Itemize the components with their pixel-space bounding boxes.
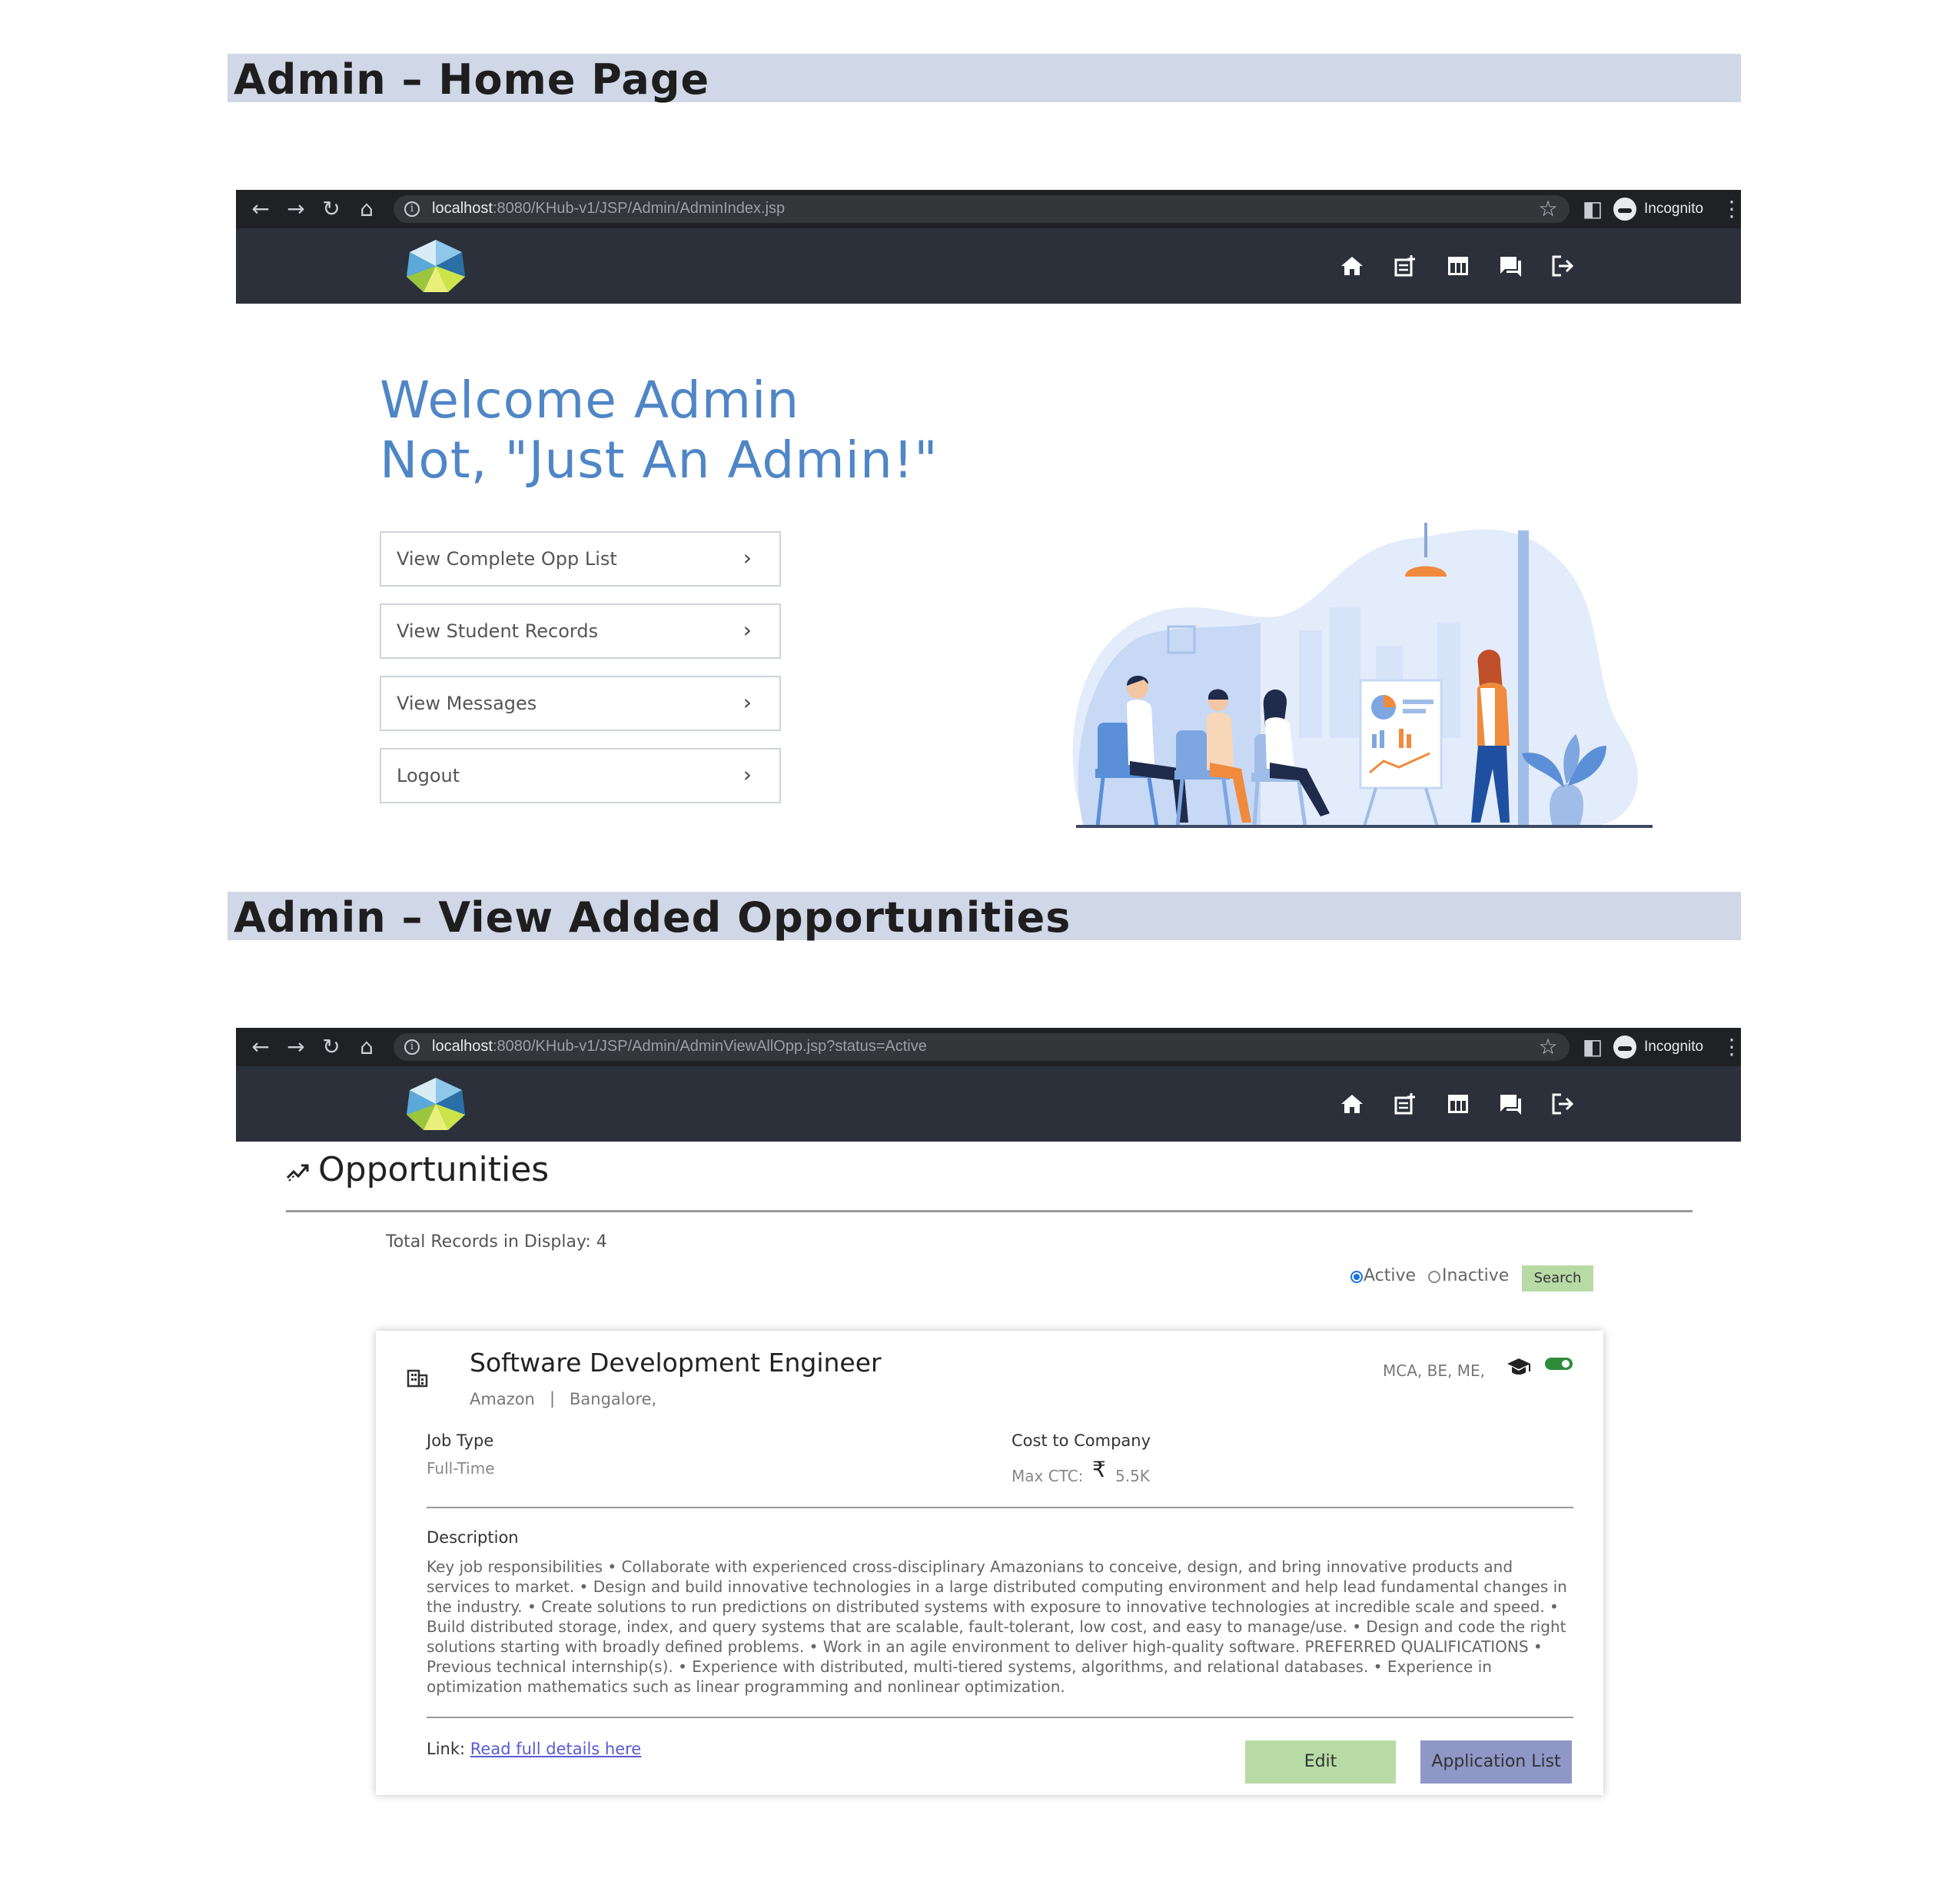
app-navbar (236, 228, 1741, 304)
welcome-heading-line2: Not, "Just An Admin!" (380, 431, 938, 490)
company-separator: | (550, 1389, 556, 1408)
app-navbar (236, 1066, 1741, 1142)
menu-item-label: View Student Records (397, 620, 599, 642)
star-icon[interactable]: ☆ (1535, 196, 1561, 222)
forward-icon[interactable]: → (283, 1034, 309, 1060)
radio-active[interactable] (1350, 1270, 1364, 1284)
search-button[interactable]: Search (1522, 1265, 1593, 1292)
side-panel-icon[interactable]: ◧ (1580, 1034, 1606, 1060)
rupee-icon: ₹ (1092, 1457, 1106, 1482)
page-title: Opportunities (318, 1150, 550, 1189)
chevron-right-icon: › (742, 545, 752, 570)
app-logo[interactable] (405, 1076, 467, 1132)
logout-icon[interactable] (1550, 254, 1575, 278)
radio-active-label[interactable]: Active (1364, 1266, 1416, 1285)
menu-item-label: View Messages (397, 693, 537, 714)
incognito-icon (1613, 1036, 1636, 1059)
messages-icon[interactable] (1498, 1092, 1523, 1116)
add-post-icon[interactable] (1393, 254, 1417, 278)
radio-inactive[interactable] (1427, 1270, 1441, 1284)
card-divider (427, 1717, 1573, 1718)
browser-home-icon[interactable]: ⌂ (354, 1034, 380, 1060)
back-icon[interactable]: ← (247, 1034, 274, 1060)
job-location: Bangalore, (570, 1390, 657, 1408)
qualifications: MCA, BE, ME, (1383, 1361, 1485, 1380)
description-text: Key job responsibilities • Collaborate w… (427, 1558, 1567, 1696)
home-icon[interactable] (1340, 1092, 1364, 1116)
kebab-menu-icon[interactable]: ⋮ (1721, 1034, 1742, 1060)
application-list-button[interactable]: Application List (1420, 1740, 1572, 1784)
chevron-right-icon: › (742, 690, 752, 715)
ctc-value: 5.5K (1115, 1467, 1150, 1485)
star-icon[interactable]: ☆ (1535, 1034, 1561, 1060)
reload-icon[interactable]: ↻ (318, 1034, 344, 1060)
meeting-illustration (1072, 523, 1653, 828)
table-icon[interactable] (1446, 254, 1470, 278)
welcome-heading-line1: Welcome Admin (380, 371, 800, 430)
menu-logout-button[interactable]: Logout › (380, 748, 781, 803)
ctc-label: Cost to Company (1012, 1431, 1151, 1450)
building-icon (407, 1369, 428, 1388)
incognito-indicator[interactable]: Incognito (1613, 196, 1713, 222)
title-divider (286, 1210, 1693, 1212)
section-heading-opportunities: Admin – View Added Opportunities (228, 892, 1741, 942)
home-icon[interactable] (1340, 254, 1364, 278)
job-title: Software Development Engineer (470, 1348, 882, 1378)
job-type-value: Full-Time (427, 1459, 495, 1478)
menu-view-messages-button[interactable]: View Messages › (380, 676, 781, 731)
url-text: localhost:8080/KHub-v1/JSP/Admin/AdminVi… (432, 1038, 927, 1055)
trend-icon (286, 1164, 309, 1182)
status-toggle[interactable] (1544, 1355, 1573, 1372)
messages-icon[interactable] (1498, 254, 1523, 278)
card-divider (427, 1507, 1573, 1508)
description-label: Description (427, 1528, 519, 1547)
graduation-cap-icon (1507, 1358, 1530, 1375)
company-name: Amazon (470, 1390, 535, 1408)
menu-view-opp-list-button[interactable]: View Complete Opp List › (380, 531, 781, 587)
menu-item-label: Logout (397, 765, 460, 786)
read-details-link[interactable]: Read full details here (470, 1740, 641, 1758)
section-heading-opportunities-text: Admin – View Added Opportunities (234, 893, 1071, 942)
ctc-prefix: Max CTC: (1012, 1467, 1084, 1485)
info-icon[interactable]: i (404, 1039, 420, 1055)
logout-icon[interactable] (1550, 1092, 1575, 1116)
incognito-icon (1613, 198, 1636, 221)
opportunity-card: Software Development Engineer Amazon | B… (376, 1331, 1603, 1795)
link-label: Link: Read full details here (427, 1740, 642, 1758)
menu-view-student-records-button[interactable]: View Student Records › (380, 603, 781, 659)
total-records-text: Total Records in Display: 4 (386, 1232, 607, 1252)
browser-window-opportunities: ← → ↻ ⌂ i localhost:8080/KHub-v1/JSP/Adm… (236, 1028, 1742, 1142)
edit-button[interactable]: Edit (1245, 1740, 1396, 1784)
browser-window-home: ← → ↻ ⌂ i localhost:8080/KHub-v1/JSP/Adm… (236, 190, 1742, 304)
browser-home-icon[interactable]: ⌂ (354, 196, 380, 222)
browser-toolbar: ← → ↻ ⌂ i localhost:8080/KHub-v1/JSP/Adm… (236, 1028, 1742, 1066)
job-type-label: Job Type (427, 1431, 494, 1450)
table-icon[interactable] (1446, 1092, 1470, 1116)
reload-icon[interactable]: ↻ (318, 196, 344, 222)
radio-inactive-label[interactable]: Inactive (1442, 1266, 1509, 1285)
kebab-menu-icon[interactable]: ⋮ (1721, 196, 1742, 222)
address-bar[interactable]: i localhost:8080/KHub-v1/JSP/Admin/Admin… (394, 195, 1570, 223)
info-icon[interactable]: i (404, 201, 420, 217)
back-icon[interactable]: ← (247, 196, 274, 222)
chevron-right-icon: › (742, 762, 752, 787)
app-logo[interactable] (405, 238, 467, 294)
menu-item-label: View Complete Opp List (397, 548, 617, 570)
section-heading-home-text: Admin – Home Page (234, 55, 710, 104)
add-post-icon[interactable] (1393, 1092, 1417, 1116)
section-heading-home: Admin – Home Page (228, 54, 1741, 104)
address-bar[interactable]: i localhost:8080/KHub-v1/JSP/Admin/Admin… (394, 1033, 1570, 1061)
browser-toolbar: ← → ↻ ⌂ i localhost:8080/KHub-v1/JSP/Adm… (236, 190, 1742, 228)
chevron-right-icon: › (742, 617, 752, 643)
side-panel-icon[interactable]: ◧ (1580, 196, 1606, 222)
incognito-indicator[interactable]: Incognito (1613, 1034, 1713, 1060)
url-text: localhost:8080/KHub-v1/JSP/Admin/AdminIn… (432, 200, 786, 217)
forward-icon[interactable]: → (283, 196, 309, 222)
